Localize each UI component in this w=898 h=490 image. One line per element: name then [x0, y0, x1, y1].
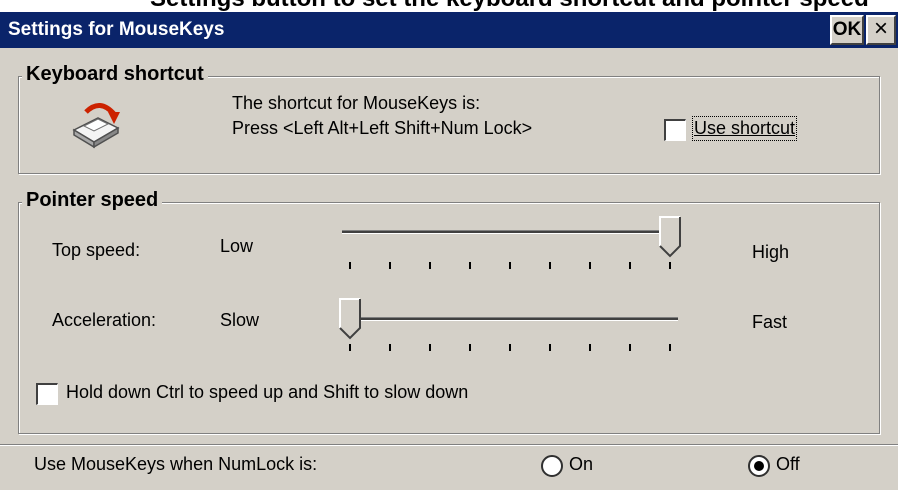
- shortcut-description: The shortcut for MouseKeys is:: [232, 93, 481, 113]
- hold-ctrl-label[interactable]: Hold down Ctrl to speed up and Shift to …: [66, 382, 468, 403]
- top-speed-label: Top speed:: [52, 240, 141, 260]
- top-speed-slider-thumb[interactable]: [659, 216, 681, 263]
- use-shortcut-checkbox[interactable]: [664, 119, 686, 141]
- pointer-speed-legend: Pointer speed: [22, 189, 163, 212]
- shortcut-keys: Press <Left Alt+Left Shift+Num Lock>: [232, 118, 533, 138]
- background-window-text: Settings button to set the keyboard shor…: [150, 0, 869, 12]
- dialog-title: Settings for MouseKeys: [8, 19, 225, 40]
- top-speed-min-label: Low: [220, 236, 254, 256]
- top-speed-ticks: [349, 262, 671, 269]
- numlock-off-radio[interactable]: [748, 455, 770, 477]
- acceleration-min-label: Slow: [220, 310, 260, 330]
- acceleration-slider-thumb[interactable]: [339, 298, 361, 345]
- top-speed-max-label: High: [752, 242, 790, 262]
- keyboard-shortcut-icon: [68, 100, 126, 155]
- numlock-off-label[interactable]: Off: [776, 454, 800, 475]
- numlock-on-label[interactable]: On: [569, 454, 593, 475]
- title-bar: Settings for MouseKeys OK ×: [0, 12, 898, 48]
- acceleration-ticks: [349, 344, 671, 351]
- numlock-off-radio-dot: [754, 461, 764, 471]
- hold-ctrl-checkbox[interactable]: [36, 383, 58, 405]
- close-button[interactable]: ×: [866, 15, 896, 45]
- background-window-text-strip: Settings button to set the keyboard shor…: [0, 0, 898, 12]
- acceleration-slider-track[interactable]: [342, 317, 678, 321]
- keyboard-shortcut-legend: Keyboard shortcut: [22, 63, 208, 86]
- numlock-label: Use MouseKeys when NumLock is:: [34, 454, 318, 474]
- top-speed-slider-track[interactable]: [342, 230, 678, 234]
- bottom-divider: [0, 444, 898, 446]
- mousekeys-settings-dialog: Settings for MouseKeys OK × Keyboard sho…: [0, 12, 898, 490]
- numlock-on-radio[interactable]: [541, 455, 563, 477]
- acceleration-label: Acceleration:: [52, 310, 157, 330]
- acceleration-max-label: Fast: [752, 312, 788, 332]
- ok-button[interactable]: OK: [830, 15, 864, 45]
- use-shortcut-label[interactable]: Use shortcut: [691, 116, 798, 141]
